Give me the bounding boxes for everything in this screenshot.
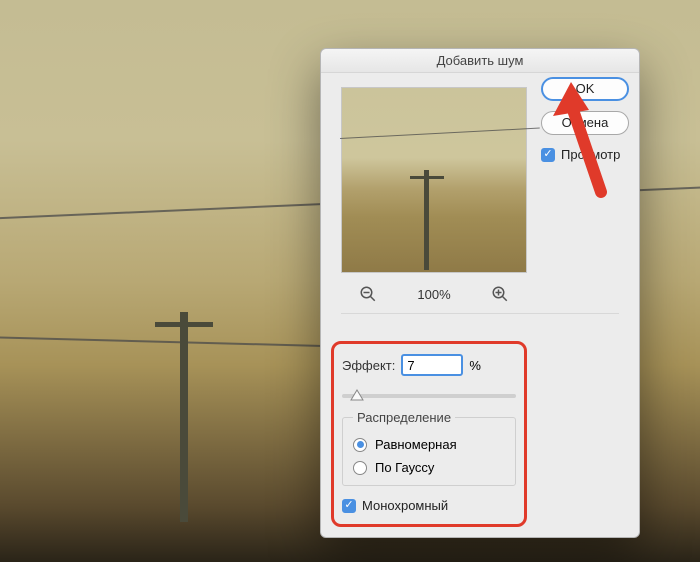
divider (341, 313, 619, 314)
add-noise-dialog: Добавить шум 100% OK Отмена Просмотр (320, 48, 640, 538)
slider-track (342, 394, 516, 398)
preview-checkbox-row[interactable]: Просмотр (541, 145, 629, 164)
effect-slider[interactable] (342, 386, 516, 404)
bg-pole-cross (155, 322, 213, 327)
radio-gaussian-input[interactable] (353, 461, 367, 475)
distribution-group: Распределение Равномерная По Гауссу (342, 410, 516, 486)
radio-uniform-input[interactable] (353, 438, 367, 452)
radio-gaussian[interactable]: По Гауссу (353, 456, 505, 479)
dialog-content: 100% OK Отмена Просмотр Эффект: % (321, 73, 639, 326)
radio-uniform-label: Равномерная (375, 437, 457, 452)
distribution-legend: Распределение (353, 410, 455, 425)
zoom-out-icon[interactable] (359, 285, 377, 303)
slider-thumb-icon[interactable] (350, 388, 364, 402)
preview-detail (424, 170, 429, 270)
monochrome-checkbox[interactable] (342, 499, 356, 513)
preview-checkbox[interactable] (541, 148, 555, 162)
bg-pole (180, 312, 188, 522)
document-canvas: Добавить шум 100% OK Отмена Просмотр (0, 0, 700, 562)
dialog-buttons: OK Отмена Просмотр (541, 77, 629, 164)
preview-checkbox-label: Просмотр (561, 147, 620, 162)
effect-input[interactable] (401, 354, 463, 376)
cancel-button[interactable]: Отмена (541, 111, 629, 135)
zoom-percentage: 100% (417, 287, 450, 302)
radio-uniform[interactable]: Равномерная (353, 433, 505, 456)
zoom-bar: 100% (341, 285, 527, 303)
preview-pane[interactable] (341, 87, 527, 273)
dialog-title: Добавить шум (321, 49, 639, 73)
highlighted-settings-box: Эффект: % Распределение Равномерная (331, 341, 527, 527)
monochrome-label: Монохромный (362, 498, 448, 513)
radio-gaussian-label: По Гауссу (375, 460, 434, 475)
effect-label: Эффект: (342, 358, 395, 373)
preview-detail (340, 128, 540, 139)
effect-unit: % (469, 358, 481, 373)
monochrome-row[interactable]: Монохромный (342, 496, 516, 515)
preview-detail (410, 176, 444, 179)
zoom-in-icon[interactable] (491, 285, 509, 303)
effect-row: Эффект: % (342, 354, 516, 376)
ok-button[interactable]: OK (541, 77, 629, 101)
